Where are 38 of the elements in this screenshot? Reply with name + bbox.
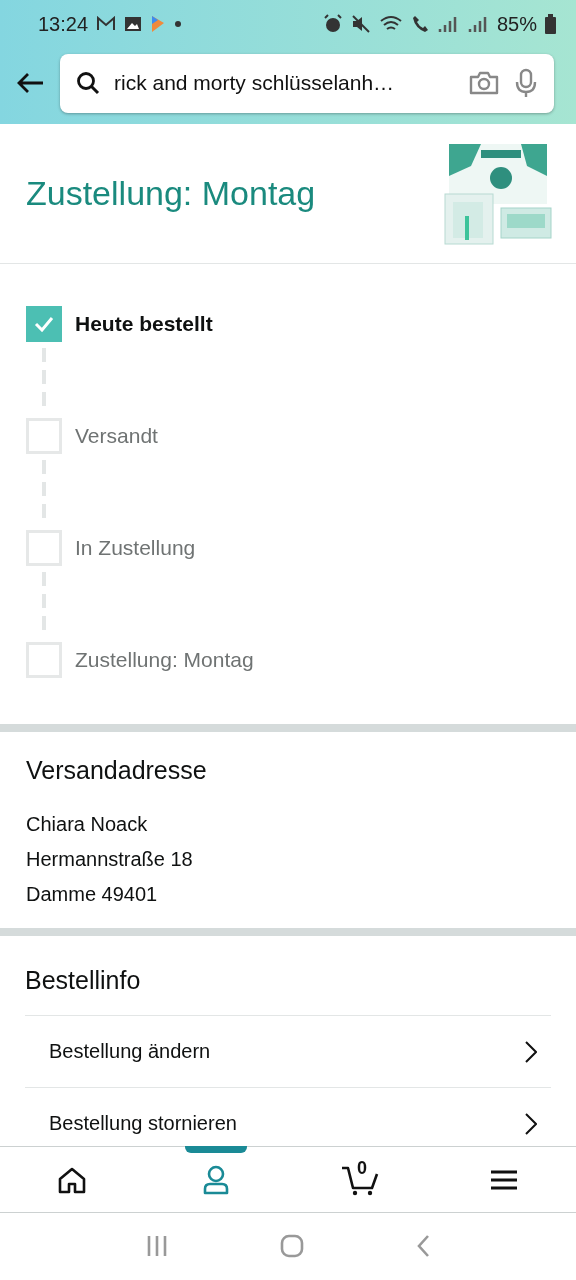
signal-icon — [466, 14, 489, 34]
signal-icon — [436, 14, 459, 34]
mute-icon — [350, 14, 371, 34]
status-time: 13:24 — [38, 12, 89, 36]
microphone-icon[interactable] — [514, 68, 538, 98]
section-heading: Versandadresse — [26, 756, 208, 785]
home-button-icon[interactable] — [280, 1234, 304, 1258]
step-label: Versandt — [75, 423, 158, 449]
step-label: Zustellung: Montag — [75, 647, 254, 673]
camera-icon[interactable] — [468, 70, 500, 96]
mail-icon — [96, 16, 117, 32]
cart-count: 0 — [357, 1157, 367, 1179]
search-bar[interactable]: rick and morty schlüsselanh… — [60, 53, 554, 113]
person-icon — [202, 1164, 230, 1195]
address-line: Damme 49401 — [26, 882, 159, 907]
back-arrow-icon[interactable] — [16, 72, 44, 94]
home-icon — [57, 1165, 87, 1194]
check-icon — [34, 316, 54, 332]
search-input[interactable]: rick and morty schlüsselanh… — [114, 71, 454, 95]
dot-icon — [174, 20, 183, 28]
image-icon — [124, 16, 143, 32]
address-line: Hermannstraße 18 — [26, 847, 194, 872]
call-icon — [410, 14, 429, 34]
nav-tab[interactable]: 0 — [288, 1147, 432, 1212]
battery-icon — [545, 14, 556, 34]
chevron-icon — [525, 1040, 537, 1063]
menu-icon — [490, 1168, 518, 1191]
chevron-icon — [525, 1112, 537, 1135]
step-label: In Zustellung — [75, 535, 196, 561]
delivery-title: Zustellung: Montag — [26, 174, 316, 213]
step-label: Heute bestellt — [75, 311, 213, 337]
address-line: Chiara Noack — [26, 812, 149, 837]
recent-apps-icon[interactable] — [146, 1235, 168, 1257]
battery-percent: 85% — [496, 12, 537, 36]
section-heading: Bestellinfo — [25, 966, 142, 995]
search-icon — [76, 71, 100, 95]
back-icon[interactable] — [416, 1234, 430, 1258]
alarm-icon — [322, 14, 343, 34]
